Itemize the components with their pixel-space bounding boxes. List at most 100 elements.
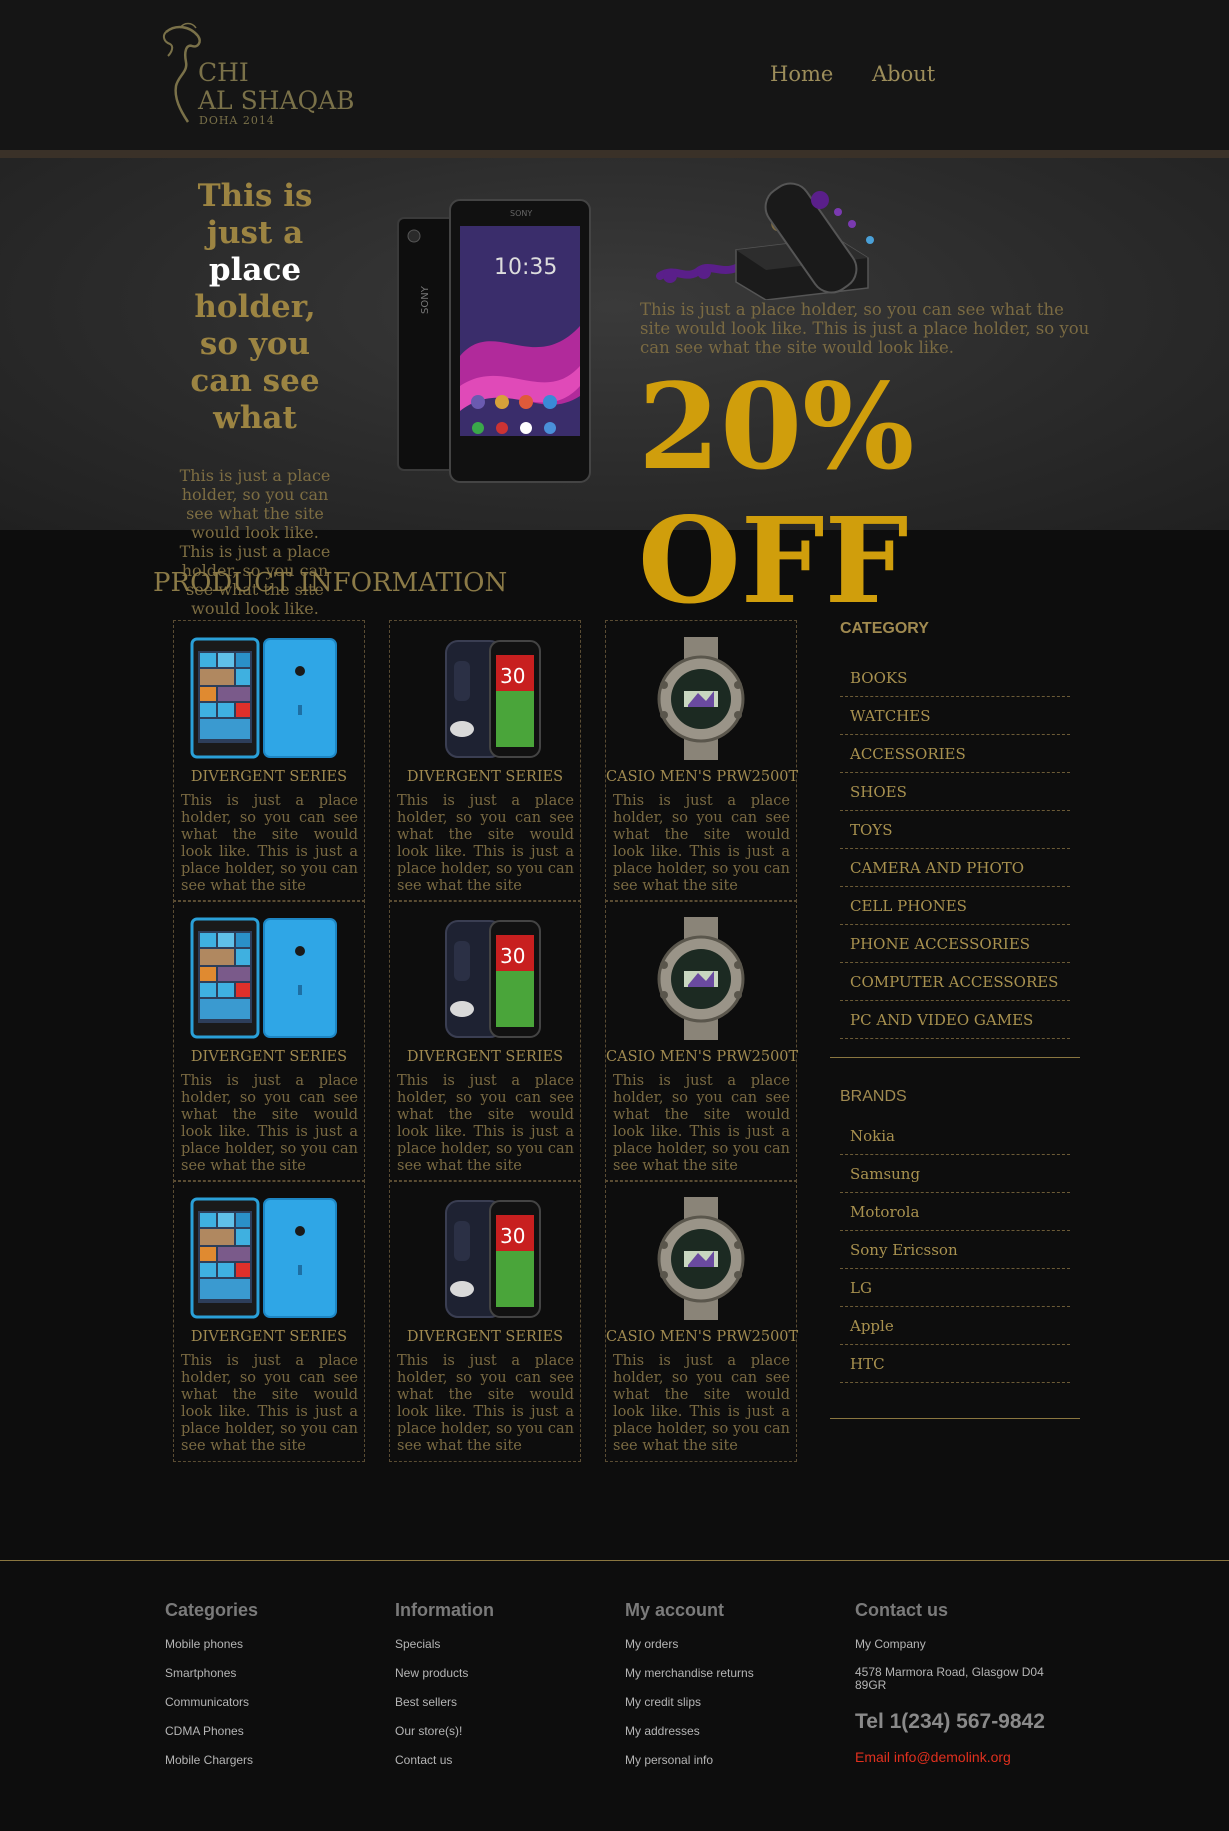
product-name[interactable]: DIVERGENT SERIES (174, 769, 364, 785)
footer-company-name: My Company (855, 1637, 926, 1651)
footer-link-merchandise-returns[interactable]: My merchandise returns (625, 1666, 754, 1680)
product-description: This is just a place holder, so you can … (397, 1073, 574, 1174)
footer-link-cdma-phones[interactable]: CDMA Phones (165, 1724, 244, 1738)
footer-categories-heading: Categories (165, 1600, 259, 1620)
hero-title: This is just a place holder, so you can … (172, 178, 338, 437)
product-card[interactable]: DIVERGENT SERIES This is just a place ho… (389, 620, 581, 902)
footer-my-account-heading: My account (625, 1600, 725, 1620)
brand-item-htc[interactable]: HTC (840, 1345, 1070, 1383)
site-logo[interactable]: CHI AL SHAQAB DOHA 2014 (158, 22, 358, 132)
sidebar-divider (830, 1418, 1080, 1419)
phone-case-icon[interactable] (390, 1195, 580, 1320)
category-item-phone-accessories[interactable]: PHONE ACCESSORIES (840, 925, 1070, 963)
product-name[interactable]: DIVERGENT SERIES (390, 1329, 580, 1345)
footer-link-credit-slips[interactable]: My credit slips (625, 1695, 701, 1709)
product-description: This is just a place holder, so you can … (181, 793, 358, 894)
watch-icon[interactable] (606, 1195, 796, 1320)
product-description: This is just a place holder, so you can … (397, 1353, 574, 1454)
product-card[interactable]: DIVERGENT SERIES This is just a place ho… (173, 900, 365, 1182)
hero-title-part-2: holder, so you can see what (190, 289, 320, 436)
footer-link-specials[interactable]: Specials (395, 1637, 440, 1651)
category-item-pc-and-video-games[interactable]: PC AND VIDEO GAMES (840, 1001, 1070, 1039)
product-card[interactable]: CASIO MEN'S PRW2500T This is just a plac… (605, 1180, 798, 1462)
watch-icon[interactable] (606, 635, 796, 760)
phone-case-icon[interactable] (390, 635, 580, 760)
footer-link-communicators[interactable]: Communicators (165, 1695, 249, 1709)
nav-about-link[interactable]: About (872, 62, 935, 86)
category-item-accessories[interactable]: ACCESSORIES (840, 735, 1070, 773)
product-card[interactable]: DIVERGENT SERIES This is just a place ho… (173, 620, 365, 902)
footer-divider (0, 1560, 1229, 1561)
category-item-books[interactable]: BOOKS (840, 659, 1070, 697)
category-item-watches[interactable]: WATCHES (840, 697, 1070, 735)
svg-text:SONY: SONY (510, 209, 532, 218)
footer-email-link[interactable]: Email info@demolink.org (855, 1749, 1011, 1765)
footer-link-mobile-phones[interactable]: Mobile phones (165, 1637, 243, 1651)
promo-line-1: 20% (638, 357, 915, 496)
hero-title-part-1: This is just a (197, 178, 313, 251)
svg-text:SONY: SONY (420, 285, 431, 314)
nav-home-link[interactable]: Home (770, 62, 833, 86)
product-description: This is just a place holder, so you can … (181, 1353, 358, 1454)
footer-telephone: Tel 1(234) 567-9842 (855, 1710, 1045, 1733)
phone-blue-icon[interactable] (174, 1195, 364, 1320)
logo-line-1: CHI (198, 58, 249, 87)
category-item-cell-phones[interactable]: CELL PHONES (840, 887, 1070, 925)
brand-item-samsung[interactable]: Samsung (840, 1155, 1070, 1193)
footer-link-mobile-chargers[interactable]: Mobile Chargers (165, 1753, 253, 1767)
product-description: This is just a place holder, so you can … (613, 1073, 790, 1174)
product-name[interactable]: CASIO MEN'S PRW2500T (606, 1329, 798, 1345)
footer-address: 4578 Marmora Road, Glasgow D04 89GR (855, 1665, 1044, 1692)
brands-heading: BRANDS (840, 1088, 907, 1105)
brand-item-sony-ericsson[interactable]: Sony Ericsson (840, 1231, 1070, 1269)
sidebar-divider (830, 1057, 1080, 1058)
phone-case-icon[interactable] (390, 915, 580, 1040)
promo-line-2: OFF (638, 491, 909, 630)
product-card[interactable]: DIVERGENT SERIES This is just a place ho… (389, 1180, 581, 1462)
logo-line-2: AL SHAQAB (198, 86, 355, 115)
product-description: This is just a place holder, so you can … (397, 793, 574, 894)
product-name[interactable]: CASIO MEN'S PRW2500T (606, 769, 798, 785)
product-card[interactable]: DIVERGENT SERIES This is just a place ho… (173, 1180, 365, 1462)
hero-right-text: This is just a place holder, so you can … (640, 300, 1090, 357)
brand-item-apple[interactable]: Apple (840, 1307, 1070, 1345)
phone-blue-icon[interactable] (174, 915, 364, 1040)
product-card[interactable]: CASIO MEN'S PRW2500T This is just a plac… (605, 620, 798, 902)
product-card[interactable]: CASIO MEN'S PRW2500T This is just a plac… (605, 900, 798, 1182)
product-card[interactable]: DIVERGENT SERIES This is just a place ho… (389, 900, 581, 1182)
product-section-title: PRODUCT INFORMATION (153, 568, 508, 598)
promo-discount[interactable]: 20% OFF (638, 360, 914, 628)
product-name[interactable]: DIVERGENT SERIES (174, 1329, 364, 1345)
footer-link-personal-info[interactable]: My personal info (625, 1753, 713, 1767)
footer-link-smartphones[interactable]: Smartphones (165, 1666, 236, 1680)
category-item-camera-and-photo[interactable]: CAMERA AND PHOTO (840, 849, 1070, 887)
product-name[interactable]: CASIO MEN'S PRW2500T (606, 1049, 798, 1065)
footer-contact-heading: Contact us (855, 1600, 949, 1620)
watch-icon[interactable] (606, 915, 796, 1040)
brand-item-motorola[interactable]: Motorola (840, 1193, 1070, 1231)
brand-item-lg[interactable]: LG (840, 1269, 1070, 1307)
footer-link-best-sellers[interactable]: Best sellers (395, 1695, 457, 1709)
roku-remote-image-icon[interactable] (656, 170, 924, 300)
svg-text:10:35: 10:35 (494, 255, 557, 280)
sony-phone-image-icon[interactable]: SONY 10:35 SONY (394, 196, 594, 486)
category-item-toys[interactable]: TOYS (840, 811, 1070, 849)
product-name[interactable]: DIVERGENT SERIES (390, 769, 580, 785)
hero-title-highlight: place (208, 252, 302, 288)
product-description: This is just a place holder, so you can … (181, 1073, 358, 1174)
footer-link-contact-us[interactable]: Contact us (395, 1753, 452, 1767)
phone-blue-icon[interactable] (174, 635, 364, 760)
product-name[interactable]: DIVERGENT SERIES (174, 1049, 364, 1065)
logo-line-3: DOHA 2014 (199, 114, 275, 127)
category-item-computer-accessores[interactable]: COMPUTER ACCESSORES (840, 963, 1070, 1001)
brand-item-nokia[interactable]: Nokia (840, 1117, 1070, 1155)
header-divider (0, 150, 1229, 158)
product-name[interactable]: DIVERGENT SERIES (390, 1049, 580, 1065)
category-item-shoes[interactable]: SHOES (840, 773, 1070, 811)
footer-link-new-products[interactable]: New products (395, 1666, 468, 1680)
product-description: This is just a place holder, so you can … (613, 793, 790, 894)
product-description: This is just a place holder, so you can … (613, 1353, 790, 1454)
footer-link-my-addresses[interactable]: My addresses (625, 1724, 700, 1738)
footer-link-our-stores[interactable]: Our store(s)! (395, 1724, 462, 1738)
footer-link-my-orders[interactable]: My orders (625, 1637, 678, 1651)
